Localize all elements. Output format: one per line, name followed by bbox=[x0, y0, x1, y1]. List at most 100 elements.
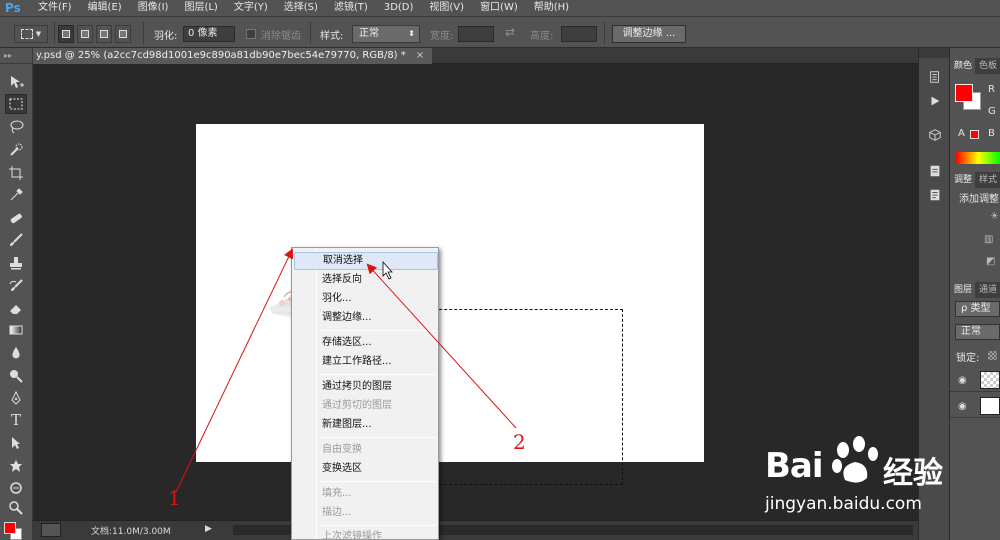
dodge-tool-icon[interactable] bbox=[5, 366, 27, 386]
type-tool-icon[interactable]: T bbox=[5, 410, 27, 430]
menu-edit[interactable]: 编辑(E) bbox=[80, 0, 130, 16]
notes-panel-icon[interactable] bbox=[926, 186, 944, 204]
menu-type[interactable]: 文字(Y) bbox=[226, 0, 276, 16]
gamut-warning-icon bbox=[970, 130, 979, 139]
menu-filter[interactable]: 滤镜(T) bbox=[326, 0, 376, 16]
menu-item-transform-selection[interactable]: 变换选区 bbox=[294, 460, 438, 478]
menu-layer[interactable]: 图层(L) bbox=[176, 0, 225, 16]
menu-item-make-work-path[interactable]: 建立工作路径... bbox=[294, 353, 438, 371]
path-selection-tool-icon[interactable] bbox=[5, 433, 27, 453]
select-arrows-icon: ⬍ bbox=[408, 29, 415, 38]
layer-row[interactable]: ◉ bbox=[950, 368, 1000, 392]
tab-styles[interactable]: 样式 bbox=[975, 172, 1000, 188]
layer-row[interactable]: ◉ bbox=[950, 394, 1000, 418]
photoshop-window: Ps 文件(F) 编辑(E) 图像(I) 图层(L) 文字(Y) 选择(S) 滤… bbox=[0, 0, 1000, 540]
height-input[interactable] bbox=[561, 26, 597, 42]
menu-help[interactable]: 帮助(H) bbox=[526, 0, 577, 16]
intersect-selection-button[interactable] bbox=[115, 25, 131, 43]
subtract-selection-button[interactable] bbox=[96, 25, 112, 43]
collapse-toolbar-icon[interactable]: ▸▸ bbox=[0, 48, 32, 64]
crop-tool-icon[interactable] bbox=[5, 163, 27, 183]
actions-play-icon[interactable] bbox=[926, 92, 944, 110]
new-selection-button[interactable] bbox=[58, 25, 74, 43]
blend-mode-select[interactable]: 正常 bbox=[955, 324, 1000, 340]
feather-input[interactable]: 0 像素 bbox=[183, 26, 235, 42]
healing-brush-tool-icon[interactable] bbox=[5, 208, 27, 228]
menu-item-save-selection[interactable]: 存储选区... bbox=[294, 334, 438, 352]
tab-color[interactable]: 颜色 bbox=[950, 58, 975, 74]
panel-foreground-swatch[interactable] bbox=[955, 84, 973, 102]
clone-stamp-tool-icon[interactable] bbox=[5, 253, 27, 273]
layer-filter-select[interactable]: ρ 类型 bbox=[955, 301, 1000, 317]
rectangular-marquee-tool-icon[interactable] bbox=[5, 94, 27, 114]
lasso-tool-icon[interactable] bbox=[5, 117, 27, 137]
rotate-view-tool-icon[interactable] bbox=[5, 478, 27, 498]
options-bar: ▼ 羽化: 0 像素 消除锯齿 样式: 正常 ⬍ 宽度: ⇄ 高度: 调整边缘 … bbox=[0, 16, 1000, 48]
menu-image[interactable]: 图像(I) bbox=[130, 0, 177, 16]
history-panel-icon[interactable] bbox=[926, 68, 944, 86]
document-tab[interactable]: y.psd @ 25% (a2cc7cd98d1001e9c890a81db90… bbox=[33, 48, 433, 64]
history-brush-tool-icon[interactable] bbox=[5, 276, 27, 296]
color-spectrum-bar[interactable] bbox=[956, 152, 1000, 164]
add-selection-button[interactable] bbox=[77, 25, 93, 43]
brightness-icon[interactable]: ☀ bbox=[990, 211, 999, 222]
marquee-preset-icon bbox=[20, 29, 33, 39]
levels-icon[interactable]: ▥ bbox=[984, 234, 993, 245]
3d-panel-icon[interactable] bbox=[926, 126, 944, 144]
width-input[interactable] bbox=[458, 26, 494, 42]
color-swatches[interactable] bbox=[4, 518, 28, 540]
menu-item-layer-via-copy[interactable]: 通过拷贝的图层 bbox=[294, 378, 438, 396]
style-select[interactable]: 正常 ⬍ bbox=[352, 25, 420, 43]
menu-select[interactable]: 选择(S) bbox=[276, 0, 326, 16]
swap-dimensions-icon[interactable]: ⇄ bbox=[505, 25, 515, 39]
move-tool-icon[interactable] bbox=[5, 72, 27, 92]
menu-item-fill: 填充... bbox=[322, 488, 352, 499]
close-icon[interactable]: × bbox=[416, 48, 424, 64]
status-menu-arrow-icon[interactable]: ▶ bbox=[205, 524, 212, 534]
pen-tool-icon[interactable] bbox=[5, 388, 27, 408]
eraser-tool-icon[interactable] bbox=[5, 298, 27, 318]
a-channel-label: A bbox=[958, 128, 965, 139]
properties-panel-icon[interactable] bbox=[926, 162, 944, 180]
watermark-url: jingyan.baidu.com bbox=[765, 494, 922, 514]
tools-panel: ▸▸ T bbox=[0, 48, 33, 540]
foreground-color-swatch[interactable] bbox=[4, 522, 16, 534]
document-tab-title: y.psd @ 25% (a2cc7cd98d1001e9c890a81db90… bbox=[36, 50, 406, 61]
menu-view[interactable]: 视图(V) bbox=[421, 0, 472, 16]
baidu-jingyan-watermark: Bai 经验 jingyan.baidu.com bbox=[765, 436, 1000, 536]
divider bbox=[54, 22, 55, 44]
custom-shape-tool-icon[interactable] bbox=[5, 456, 27, 476]
menu-item-new-layer[interactable]: 新建图层... bbox=[294, 416, 438, 434]
tab-swatches[interactable]: 色板 bbox=[975, 58, 1000, 74]
new-selection-icon bbox=[62, 30, 70, 38]
add-selection-icon bbox=[81, 30, 89, 38]
menu-item-refine-edge[interactable]: 调整边缘... bbox=[294, 309, 438, 327]
blur-tool-icon[interactable] bbox=[5, 343, 27, 363]
lock-transparency-icon[interactable] bbox=[988, 351, 997, 360]
menu-item-feather[interactable]: 羽化... bbox=[294, 290, 438, 308]
menu-item-deselect[interactable]: 取消选择 bbox=[294, 252, 438, 270]
visibility-eye-icon[interactable]: ◉ bbox=[958, 375, 967, 386]
zoom-level-field[interactable] bbox=[41, 523, 61, 537]
chevron-down-icon: ▼ bbox=[35, 30, 42, 38]
menu-separator bbox=[320, 481, 436, 482]
menu-file[interactable]: 文件(F) bbox=[30, 0, 80, 16]
menu-3d[interactable]: 3D(D) bbox=[376, 0, 422, 16]
antialias-checkbox[interactable] bbox=[246, 29, 256, 39]
refine-edge-button[interactable]: 调整边缘 ... bbox=[612, 25, 686, 43]
tool-preset-picker[interactable]: ▼ bbox=[14, 25, 48, 43]
tab-layers[interactable]: 图层 bbox=[950, 282, 975, 298]
menu-separator bbox=[320, 437, 436, 438]
zoom-tool-icon[interactable] bbox=[5, 498, 27, 518]
quick-selection-tool-icon[interactable] bbox=[5, 140, 27, 160]
tab-adjustments[interactable]: 调整 bbox=[950, 172, 975, 188]
eyedropper-tool-icon[interactable] bbox=[5, 185, 27, 205]
document-canvas[interactable] bbox=[196, 124, 704, 485]
gradient-tool-icon[interactable] bbox=[5, 320, 27, 340]
visibility-eye-icon[interactable]: ◉ bbox=[958, 401, 967, 412]
brush-tool-icon[interactable] bbox=[5, 230, 27, 250]
exposure-icon[interactable]: ◩ bbox=[986, 256, 995, 267]
tab-channels[interactable]: 通道 bbox=[975, 282, 1000, 298]
menu-item-select-inverse[interactable]: 选择反向 bbox=[294, 271, 438, 289]
menu-window[interactable]: 窗口(W) bbox=[472, 0, 526, 16]
